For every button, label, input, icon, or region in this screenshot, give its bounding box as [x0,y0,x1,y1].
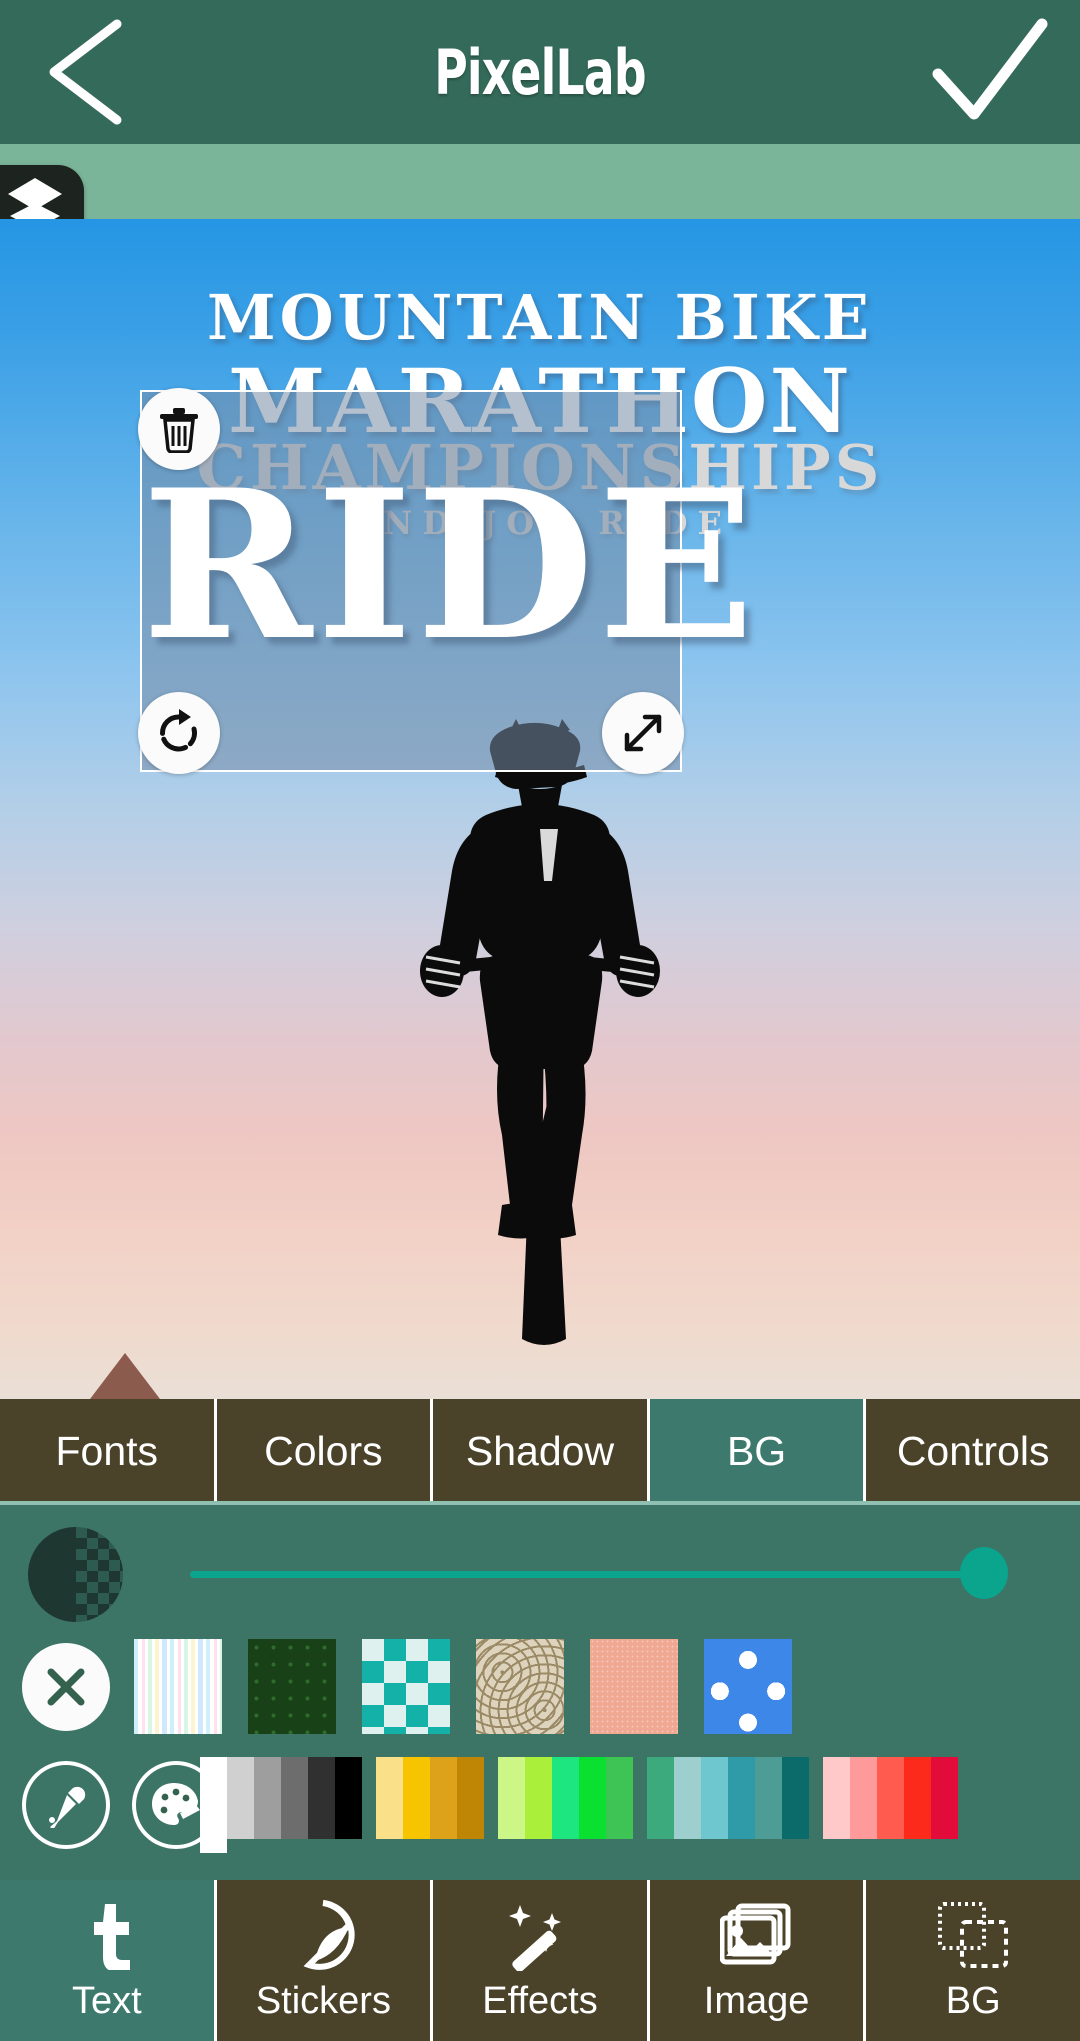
opacity-slider-track [190,1571,990,1578]
close-x-icon [47,1668,85,1706]
bg-pattern-pastel-stripes[interactable] [134,1639,222,1734]
color-swatch[interactable] [674,1757,701,1839]
bg-pattern-dark-green-dots[interactable] [248,1639,336,1734]
bg-options-panel [0,1505,1080,1880]
color-swatch[interactable] [254,1757,281,1839]
color-swatch[interactable] [308,1757,335,1839]
layer-bar [0,144,1080,219]
bg-pattern-blue-polka-dots[interactable] [704,1639,792,1734]
color-swatch[interactable] [430,1757,457,1839]
top-bar: PixelLab [0,0,1080,144]
check-icon [932,18,1048,120]
bg-color-row [0,1753,1080,1873]
nav-item-effects[interactable]: Effects [433,1880,650,2041]
rotate-layer-handle[interactable] [138,692,220,774]
color-swatch[interactable] [200,1757,227,1853]
color-group-gap [362,1757,376,1758]
color-swatch[interactable] [376,1757,403,1839]
color-swatch[interactable] [498,1757,525,1839]
trash-icon [160,408,198,453]
rotate-icon [160,709,197,752]
color-swatch[interactable] [931,1757,958,1839]
image-stack-icon [719,1898,794,1972]
resize-diagonal-icon [624,714,662,752]
color-swatch[interactable] [335,1757,362,1839]
eyedropper-icon [49,1786,86,1828]
color-swatch[interactable] [227,1757,254,1839]
color-swatch[interactable] [281,1757,308,1839]
text-layer-selection-box[interactable]: RIDE [138,388,759,774]
text-options-tab-bar: Fonts Colors Shadow BG Controls [0,1399,1080,1504]
tab-bg[interactable]: BG [649,1399,867,1504]
bg-pattern-teal-argyle[interactable] [362,1639,450,1734]
palette-icon [152,1783,200,1825]
opacity-row [0,1519,1080,1629]
text-t-icon [70,1898,144,1972]
selected-text-content: RIDE [142,446,759,686]
page-title: PixelLab [434,35,646,109]
eyedropper-button[interactable] [22,1761,110,1849]
color-swatch[interactable] [877,1757,904,1839]
confirm-button[interactable] [930,16,1050,128]
clear-background-button[interactable] [22,1643,110,1731]
color-swatch[interactable] [755,1757,782,1839]
opacity-slider-thumb[interactable] [960,1547,1008,1599]
chevron-left-icon [49,19,122,125]
poster-line-1: MOUNTAIN BIKE [206,281,874,354]
color-swatch[interactable] [457,1757,484,1839]
nav-label-text: Text [71,1980,142,2022]
opacity-half-checker-icon[interactable] [28,1527,123,1622]
background-layers-icon [936,1898,1010,1972]
color-group-gap [484,1757,498,1758]
opacity-slider[interactable] [190,1547,1008,1599]
color-swatch[interactable] [782,1757,809,1839]
color-group-gap [633,1757,647,1758]
color-swatch[interactable] [647,1757,674,1839]
color-swatch[interactable] [904,1757,931,1839]
nav-item-bg[interactable]: BG [866,1880,1080,2041]
nav-label-stickers: Stickers [255,1980,391,2022]
nav-label-bg: BG [945,1980,1001,2022]
mountain-shape [90,1353,160,1399]
color-swatch[interactable] [823,1757,850,1839]
sticker-icon [286,1898,360,1972]
opacity-checker-half [75,1527,123,1622]
nav-label-effects: Effects [482,1980,598,2022]
nav-item-image[interactable]: Image [650,1880,867,2041]
opacity-solid-half [28,1527,76,1622]
tab-colors[interactable]: Colors [217,1399,434,1504]
bg-pattern-beige-circles[interactable] [476,1639,564,1734]
magic-wand-icon [503,1898,577,1972]
color-swatch[interactable] [403,1757,430,1839]
color-swatch[interactable] [728,1757,755,1839]
color-swatch[interactable] [606,1757,633,1839]
bg-pattern-pink-texture[interactable] [590,1639,678,1734]
color-swatch[interactable] [850,1757,877,1839]
tab-fonts[interactable]: Fonts [0,1399,217,1504]
bottom-nav-bar: Text Stickers Effects Image BG [0,1880,1080,2041]
tab-shadow[interactable]: Shadow [433,1399,650,1504]
tab-controls[interactable]: Controls [866,1399,1080,1504]
nav-item-text[interactable]: Text [0,1880,217,2041]
nav-item-stickers[interactable]: Stickers [217,1880,434,2041]
nav-label-image: Image [703,1980,810,2022]
color-swatch[interactable] [552,1757,579,1839]
delete-layer-handle[interactable] [138,388,220,470]
color-group-gap [809,1757,823,1758]
pixellab-app: PixelLab MOUNTAIN BIKE MARATHON CHAMPION… [0,0,1080,2041]
bg-pattern-row [0,1625,1080,1755]
color-swatch-strip [200,1757,958,1853]
back-button[interactable] [32,14,142,130]
resize-layer-handle[interactable] [602,692,684,774]
editor-canvas[interactable]: MOUNTAIN BIKE MARATHON CHAMPIONSHIPS AND… [0,219,1080,1399]
color-swatch[interactable] [701,1757,728,1839]
color-swatch[interactable] [525,1757,552,1839]
cyclist-silhouette [390,719,690,1399]
color-swatch[interactable] [579,1757,606,1839]
